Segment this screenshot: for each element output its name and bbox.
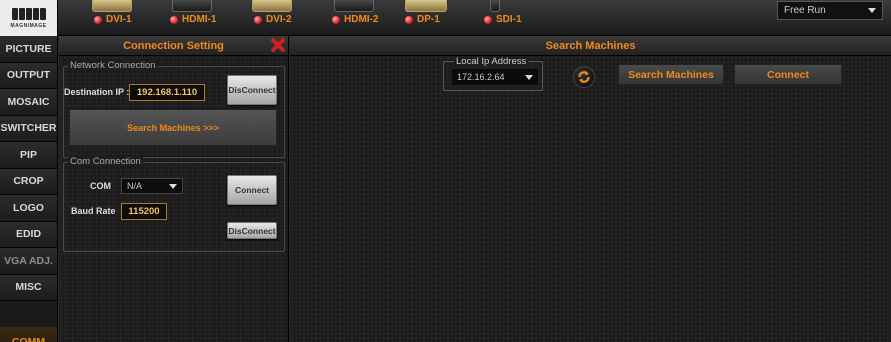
- com-port-label: COM: [90, 181, 111, 191]
- sdi-port-icon: [490, 0, 500, 12]
- status-led-icon: [254, 15, 262, 24]
- nav-item-misc[interactable]: MISC: [0, 274, 57, 301]
- nav-spacer: [0, 301, 57, 327]
- nav-item-mosaic[interactable]: MOSAIC: [0, 89, 57, 116]
- hdmi-port-icon: [334, 0, 374, 12]
- nav-item-pip[interactable]: PIP: [0, 142, 57, 169]
- com-port-select[interactable]: N/A: [121, 178, 183, 194]
- logo-text: MAGNIMAGE: [10, 22, 47, 29]
- com-connection-group: Com Connection COM N/A Baud Rate 115200 …: [63, 156, 285, 252]
- brand-logo: MAGNIMAGE: [0, 0, 58, 36]
- group-title: Network Connection: [68, 60, 158, 71]
- com-disconnect-button[interactable]: DisConnect: [227, 222, 277, 239]
- source-label: DVI-1: [106, 14, 132, 25]
- hdmi-port-icon: [172, 0, 212, 12]
- dvi-port-icon: [252, 0, 292, 12]
- connect-button[interactable]: Connect: [734, 64, 842, 85]
- search-machines-nav-button[interactable]: Search Machines >>>: [69, 109, 277, 146]
- refresh-button[interactable]: [573, 66, 595, 88]
- close-icon[interactable]: [270, 37, 286, 53]
- local-ip-group: Local Ip Address 172.16.2.64: [443, 56, 543, 91]
- chevron-down-icon: [169, 183, 177, 189]
- sidebar-nav: PICTURE OUTPUT MOSAIC SWITCHER PIP CROP …: [0, 36, 58, 342]
- dvi-port-icon: [92, 0, 132, 12]
- panel-title: Search Machines: [545, 39, 636, 52]
- status-led-icon: [170, 15, 178, 24]
- nav-item-comm[interactable]: COMM: [0, 327, 57, 342]
- status-led-icon: [94, 15, 102, 24]
- refresh-icon: [578, 71, 590, 83]
- local-ip-value: 172.16.2.64: [457, 72, 505, 82]
- group-title: Com Connection: [68, 156, 143, 167]
- logo-mark-icon: [11, 7, 46, 20]
- local-ip-select[interactable]: 172.16.2.64: [452, 69, 538, 85]
- baud-rate-field[interactable]: 115200: [121, 203, 167, 220]
- search-machines-header: Search Machines: [290, 36, 891, 56]
- panel-title: Connection Setting: [123, 39, 224, 52]
- destination-ip-label: Destination IP :: [64, 87, 130, 97]
- source-label: DVI-2: [266, 14, 292, 25]
- local-ip-label: Local Ip Address: [454, 56, 529, 67]
- network-disconnect-button[interactable]: DisConnect: [227, 75, 277, 105]
- search-machines-button[interactable]: Search Machines: [618, 64, 724, 85]
- com-connect-button[interactable]: Connect: [227, 175, 277, 205]
- destination-ip-field[interactable]: 192.168.1.110: [129, 84, 205, 101]
- source-list: DVI-1 HDMI-1 DVI-2 HDMI-2 DP-1 SDI-1: [58, 0, 758, 36]
- chevron-down-icon: [525, 74, 533, 80]
- status-led-icon: [405, 15, 413, 24]
- chevron-down-icon: [868, 8, 876, 13]
- source-label: DP-1: [417, 14, 440, 25]
- com-port-value: N/A: [127, 181, 143, 191]
- source-bar: MAGNIMAGE DVI-1 HDMI-1 DVI-2 HDMI-2 DP-1…: [0, 0, 891, 36]
- source-label: SDI-1: [496, 14, 522, 25]
- nav-item-picture[interactable]: PICTURE: [0, 36, 57, 63]
- network-connection-group: Network Connection Destination IP : 192.…: [63, 60, 285, 158]
- status-led-icon: [332, 15, 340, 24]
- status-led-icon: [484, 15, 492, 24]
- search-machines-panel: Search Machines Local Ip Address 172.16.…: [290, 36, 891, 342]
- sync-mode-select[interactable]: Free Run: [777, 1, 883, 20]
- nav-item-vga-adj[interactable]: VGA ADJ.: [0, 248, 57, 275]
- connection-setting-header: Connection Setting: [59, 36, 288, 56]
- nav-item-edid[interactable]: EDID: [0, 221, 57, 248]
- connection-setting-panel: Connection Setting Network Connection De…: [59, 36, 289, 342]
- source-label: HDMI-1: [182, 14, 217, 25]
- nav-item-switcher[interactable]: SWITCHER: [0, 115, 57, 142]
- dp-port-icon: [405, 0, 447, 12]
- nav-item-output[interactable]: OUTPUT: [0, 62, 57, 89]
- source-label: HDMI-2: [344, 14, 379, 25]
- nav-item-crop[interactable]: CROP: [0, 168, 57, 195]
- nav-item-logo[interactable]: LOGO: [0, 195, 57, 222]
- baud-rate-label: Baud Rate: [71, 206, 116, 216]
- sync-mode-value: Free Run: [784, 5, 826, 16]
